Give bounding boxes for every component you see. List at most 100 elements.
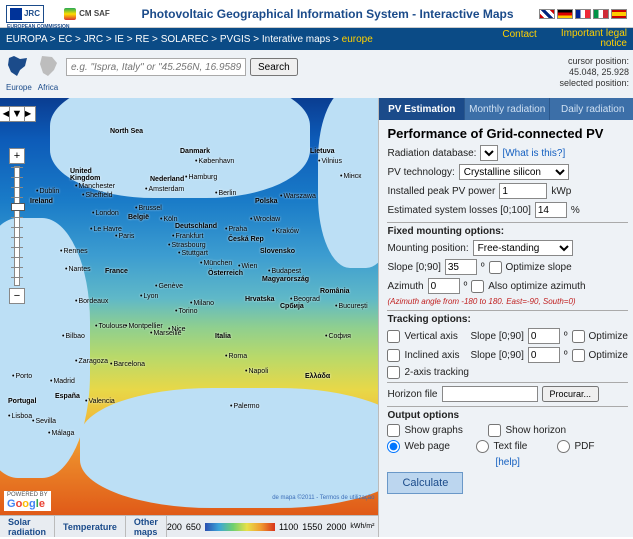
google-attribution: POWERED BY Google [4, 491, 51, 511]
label-rennes: Rennes [60, 248, 88, 255]
tab-monthly[interactable]: Monthly radiation [465, 98, 551, 120]
maptab-other[interactable]: Other maps [126, 516, 167, 537]
map-zoom-control: ▲ ◄ ► ▼ + − [8, 106, 26, 304]
topt1-label: Optimize [589, 331, 628, 342]
flag-fr[interactable] [575, 9, 591, 19]
zoom-slider[interactable] [14, 166, 20, 286]
map-credits[interactable]: de mapa ©2011 - Termos de utilização [272, 495, 374, 501]
out-pdf-radio[interactable] [557, 440, 570, 453]
bc-europa[interactable]: EUROPA [6, 34, 47, 45]
bc-ie[interactable]: IE [115, 34, 124, 45]
db-select[interactable] [480, 145, 498, 161]
mount-select[interactable]: Free-standing [473, 240, 573, 256]
topt2-checkbox[interactable] [572, 349, 585, 362]
calculate-button[interactable]: Calculate [387, 472, 463, 494]
flag-uk[interactable] [539, 9, 555, 19]
label-sheffield: Sheffield [82, 192, 113, 199]
out-graphs-checkbox[interactable] [387, 424, 400, 437]
tab-pv-estimation[interactable]: PV Estimation [379, 98, 465, 120]
help-link[interactable]: [help] [495, 457, 519, 468]
contact-link[interactable]: Contact [502, 29, 536, 49]
bc-pvgis[interactable]: PVGIS [220, 34, 251, 45]
zoom-handle[interactable] [11, 203, 25, 211]
bc-re[interactable]: RE [135, 34, 149, 45]
logo-cmsaf: CM SAF [58, 5, 116, 23]
twoaxis-checkbox[interactable] [387, 366, 400, 379]
db-help-link[interactable]: [What is this?] [502, 148, 565, 159]
browse-button[interactable] [542, 386, 600, 402]
maptab-solar[interactable]: Solar radiation [0, 516, 55, 537]
flag-it[interactable] [593, 9, 609, 19]
zoom-out-button[interactable]: − [9, 288, 25, 304]
out-horizon-checkbox[interactable] [488, 424, 501, 437]
flag-de[interactable] [557, 9, 573, 19]
label-italia: Italia [215, 333, 231, 340]
tab-daily[interactable]: Daily radiation [550, 98, 633, 120]
label-kobenhavn: København [195, 158, 234, 165]
jrc-text: JRC [24, 9, 40, 18]
label-de: Deutschland [175, 223, 217, 230]
pan-down-button[interactable]: ▼ [9, 106, 25, 122]
label-danmark: Danmark [180, 148, 210, 155]
maptab-temp[interactable]: Temperature [55, 516, 126, 537]
label-krakow: Kraków [272, 228, 299, 235]
mount-label: Mounting position: [387, 243, 468, 254]
label-london: London [92, 210, 119, 217]
topt1-checkbox[interactable] [572, 330, 585, 343]
incl-label: Inclined axis [404, 350, 466, 361]
out-pdf-label: PDF [574, 441, 594, 452]
tslope2-input[interactable] [528, 347, 560, 363]
search-input[interactable] [66, 58, 246, 76]
label-milano: Milano [190, 300, 214, 307]
label-lisboa: Lisboa [8, 413, 32, 420]
tslope2-label: Slope [0;90] [470, 350, 523, 361]
track-section: Tracking options: [387, 310, 627, 325]
label-lehavre: Le Havre [90, 226, 122, 233]
slope-input[interactable] [445, 259, 477, 275]
label-bucuresti: București [335, 303, 368, 310]
tslope1-input[interactable] [528, 328, 560, 344]
label-praha: Praha [225, 226, 247, 233]
horizon-input[interactable] [442, 386, 538, 402]
label-bordeaux: Bordeaux [75, 298, 108, 305]
out-text-radio[interactable] [476, 440, 489, 453]
az-note: (Azimuth angle from -180 to 180. East=-9… [387, 297, 627, 306]
eu-caption: EUROPEAN COMMISSION [7, 24, 70, 30]
az-input[interactable] [428, 278, 460, 294]
out-horizon-label: Show horizon [505, 425, 566, 436]
loss-input[interactable] [535, 202, 567, 218]
opt-slope-checkbox[interactable] [489, 261, 502, 274]
label-polska: Polska [255, 198, 278, 205]
bc-jrc[interactable]: JRC [84, 34, 103, 45]
label-warszawa: Warszawa [280, 193, 316, 200]
label-porto: Porto [12, 373, 32, 380]
continent-europe[interactable]: Europe [6, 54, 30, 92]
opt-slope-label: Optimize slope [506, 262, 572, 273]
flag-es[interactable] [611, 9, 627, 19]
cmsaf-text: CM SAF [79, 9, 110, 18]
opt-az-checkbox[interactable] [471, 280, 484, 293]
label-wroclaw: Wrocław [250, 216, 280, 223]
zoom-in-button[interactable]: + [9, 148, 25, 164]
map-canvas[interactable]: ▲ ◄ ► ▼ + − POWERED BY Google de mapa ©2… [0, 98, 378, 515]
bc-imaps[interactable]: Interative maps [262, 34, 330, 45]
bc-solarec[interactable]: SOLAREC [161, 34, 209, 45]
tslope1-deg: º [564, 331, 568, 342]
peak-input[interactable] [499, 183, 547, 199]
slope-label: Slope [0;90] [387, 262, 440, 273]
label-minsk: Мінск [340, 173, 361, 180]
bc-ec[interactable]: EC [58, 34, 72, 45]
incl-checkbox[interactable] [387, 349, 400, 362]
label-lietuva: Lietuva [310, 148, 335, 155]
out-web-radio[interactable] [387, 440, 400, 453]
continent-africa[interactable]: Africa [36, 54, 60, 92]
vert-checkbox[interactable] [387, 330, 400, 343]
label-torino: Torino [175, 308, 198, 315]
legend-scale: 200 650 1100 1550 2000 kWh/m² [167, 522, 379, 532]
label-srbija: Србија [280, 303, 304, 310]
tech-select[interactable]: Crystalline silicon [459, 164, 569, 180]
label-budapest: Budapest [268, 268, 301, 275]
legal-link[interactable]: Important legalnotice [561, 29, 627, 49]
loss-unit: % [571, 205, 580, 216]
search-button[interactable] [250, 58, 298, 76]
